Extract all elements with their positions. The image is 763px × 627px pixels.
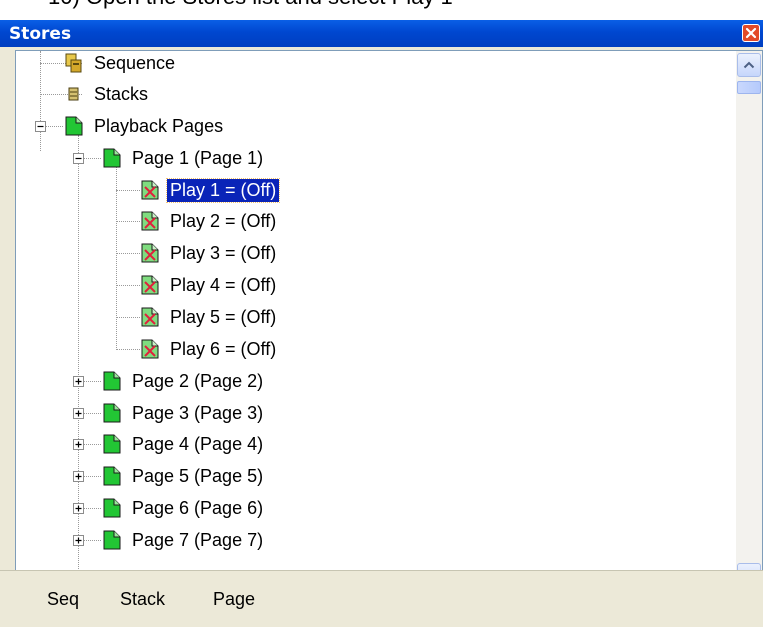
window-title: Stores xyxy=(9,24,72,44)
play-icon xyxy=(141,180,159,200)
close-icon xyxy=(745,27,757,39)
tree-item-play-5[interactable]: Play 5 = (Off) xyxy=(139,302,279,332)
tree-line xyxy=(83,540,101,541)
tree-item-play-1[interactable]: Play 1 = (Off) xyxy=(139,175,281,205)
plus-icon xyxy=(75,505,82,512)
page-icon xyxy=(103,371,121,391)
tab-stack[interactable]: Stack xyxy=(120,589,165,610)
tree-item-label: Sequence xyxy=(94,52,176,73)
scroll-up-button[interactable] xyxy=(737,53,761,77)
tab-page[interactable]: Page xyxy=(213,589,255,610)
minus-icon xyxy=(37,125,44,128)
expand-page6-button[interactable] xyxy=(73,503,84,514)
tree-item-label: Page 4 (Page 4) xyxy=(132,433,264,454)
close-button[interactable] xyxy=(742,24,760,42)
expand-page4-button[interactable] xyxy=(73,439,84,450)
tree-item-label: Page 6 (Page 6) xyxy=(132,497,264,518)
tree-item-page-4[interactable]: Page 4 (Page 4) xyxy=(101,429,266,459)
play-icon xyxy=(141,275,159,295)
tree-item-label: Page 1 (Page 1) xyxy=(132,147,264,168)
tree-item-sequence[interactable]: Sequence xyxy=(63,51,178,78)
tree-line xyxy=(116,167,117,350)
tree-item-page-6[interactable]: Page 6 (Page 6) xyxy=(101,493,266,523)
collapse-playback-pages-button[interactable] xyxy=(35,121,46,132)
page-icon xyxy=(103,434,121,454)
page-icon xyxy=(65,116,83,136)
tree-line xyxy=(40,51,41,151)
tree-line xyxy=(83,444,101,445)
tree-item-label: Stacks xyxy=(94,83,149,104)
instruction-caption: 10) Open the Stores list and select Play… xyxy=(48,0,453,10)
page-icon xyxy=(103,498,121,518)
tree-item-play-3[interactable]: Play 3 = (Off) xyxy=(139,238,279,268)
tree-item-play-6[interactable]: Play 6 = (Off) xyxy=(139,334,279,364)
tree-line xyxy=(116,317,140,318)
tree-item-play-4[interactable]: Play 4 = (Off) xyxy=(139,270,279,300)
tree-line xyxy=(116,349,140,350)
tree-item-page-7[interactable]: Page 7 (Page 7) xyxy=(101,525,266,555)
tree-item-label: Play 3 = (Off) xyxy=(170,242,277,263)
tree-item-label: Play 6 = (Off) xyxy=(170,338,277,359)
play-icon xyxy=(141,243,159,263)
collapse-page1-button[interactable] xyxy=(73,153,84,164)
page-icon xyxy=(103,148,121,168)
tree-item-label: Playback Pages xyxy=(94,115,224,136)
stack-icon xyxy=(68,87,79,101)
tree-line xyxy=(83,158,101,159)
scrollbar-thumb[interactable] xyxy=(737,81,761,94)
tab-seq[interactable]: Seq xyxy=(47,589,79,610)
tree-line xyxy=(83,476,101,477)
play-icon xyxy=(141,339,159,359)
page-icon xyxy=(103,530,121,550)
expand-page3-button[interactable] xyxy=(73,408,84,419)
tree-item-label: Play 5 = (Off) xyxy=(170,306,277,327)
tree-line xyxy=(83,413,101,414)
tree-item-label: Play 1 = (Off) xyxy=(165,177,281,203)
tree-item-label: Page 5 (Page 5) xyxy=(132,465,264,486)
plus-icon xyxy=(75,378,82,385)
tree-line xyxy=(116,253,140,254)
tree-item-play-2[interactable]: Play 2 = (Off) xyxy=(139,206,279,236)
page-icon xyxy=(103,403,121,423)
sequence-icon xyxy=(65,53,82,73)
tree-line xyxy=(116,285,140,286)
tree-line xyxy=(116,221,140,222)
tree-item-label: Page 7 (Page 7) xyxy=(132,529,264,550)
tree-item-label: Page 2 (Page 2) xyxy=(132,370,264,391)
tree-line xyxy=(45,126,63,127)
tree-item-page-2[interactable]: Page 2 (Page 2) xyxy=(101,366,266,396)
title-bar[interactable]: Stores xyxy=(0,20,763,47)
minus-icon xyxy=(75,157,82,160)
tree-item-label: Play 2 = (Off) xyxy=(170,210,277,231)
expand-page2-button[interactable] xyxy=(73,376,84,387)
stores-tree[interactable]: Sequence Stacks Playback Pages Page 1 (P… xyxy=(15,50,763,590)
tree-item-playback-pages[interactable]: Playback Pages xyxy=(63,111,226,141)
tree-item-page-3[interactable]: Page 3 (Page 3) xyxy=(101,398,266,428)
plus-icon xyxy=(75,441,82,448)
stores-tab-bar: Seq Stack Page xyxy=(0,570,763,627)
plus-icon xyxy=(75,473,82,480)
scroll-up-icon xyxy=(743,61,755,69)
tree-line xyxy=(83,381,101,382)
tree-item-label: Play 4 = (Off) xyxy=(170,274,277,295)
tree-line xyxy=(78,135,79,589)
play-icon xyxy=(141,211,159,231)
plus-icon xyxy=(75,410,82,417)
vertical-scrollbar[interactable] xyxy=(736,51,762,589)
tree-item-label: Page 3 (Page 3) xyxy=(132,402,264,423)
play-icon xyxy=(141,307,159,327)
tree-item-stacks[interactable]: Stacks xyxy=(63,79,151,109)
stores-window: Stores Sequence Stacks Playback Pages Pa… xyxy=(0,20,763,627)
tree-line xyxy=(116,190,140,191)
tree-item-page-1[interactable]: Page 1 (Page 1) xyxy=(101,143,266,173)
page-icon xyxy=(103,466,121,486)
tree-line xyxy=(83,508,101,509)
plus-icon xyxy=(75,537,82,544)
tree-item-page-5[interactable]: Page 5 (Page 5) xyxy=(101,461,266,491)
expand-page5-button[interactable] xyxy=(73,471,84,482)
expand-page7-button[interactable] xyxy=(73,535,84,546)
